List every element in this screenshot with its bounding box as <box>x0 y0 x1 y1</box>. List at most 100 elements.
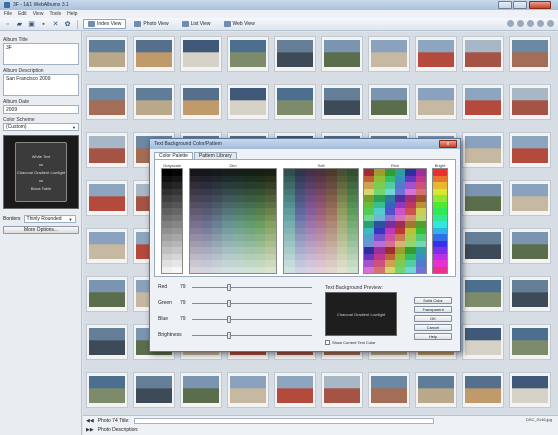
photo-thumbnail[interactable] <box>462 372 504 408</box>
photo-thumbnail[interactable] <box>86 36 128 72</box>
photo-thumbnail[interactable] <box>415 372 457 408</box>
red-slider-knob[interactable] <box>227 283 232 291</box>
photo-thumbnail[interactable] <box>509 84 551 120</box>
color-swatch[interactable] <box>364 266 375 273</box>
photo-thumbnail[interactable] <box>462 228 504 264</box>
photo-title-input[interactable] <box>133 417 434 424</box>
menu-tools[interactable]: Tools <box>49 11 61 17</box>
color-swatch[interactable] <box>222 266 233 273</box>
blue-slider[interactable] <box>192 315 312 323</box>
color-swatch[interactable] <box>233 266 244 273</box>
photo-thumbnail[interactable] <box>180 372 222 408</box>
menu-edit[interactable]: Edit <box>18 11 27 17</box>
photo-thumbnail[interactable] <box>415 84 457 120</box>
photo-thumbnail[interactable] <box>321 84 363 120</box>
photo-thumbnail[interactable] <box>509 228 551 264</box>
photo-thumbnail[interactable] <box>86 324 128 360</box>
zoom-in-icon[interactable] <box>527 20 534 27</box>
photo-thumbnail[interactable] <box>86 84 128 120</box>
photo-thumbnail[interactable] <box>368 36 410 72</box>
photo-thumbnail[interactable] <box>86 132 128 168</box>
photo-thumbnail[interactable] <box>509 372 551 408</box>
photo-thumbnail[interactable] <box>509 324 551 360</box>
upload-icon[interactable] <box>517 20 524 27</box>
photo-thumbnail[interactable] <box>227 36 269 72</box>
list-view-tab[interactable]: List View <box>177 19 216 29</box>
menu-help[interactable]: Help <box>67 11 77 17</box>
delete-icon[interactable]: ✕ <box>51 20 60 29</box>
color-swatch[interactable] <box>284 266 295 273</box>
photo-thumbnail[interactable] <box>86 276 128 312</box>
web-view-tab[interactable]: Web View <box>219 19 260 29</box>
color-swatch[interactable] <box>347 266 358 273</box>
zoom-out-icon[interactable] <box>537 20 544 27</box>
color-swatch[interactable] <box>315 266 327 273</box>
color-swatch[interactable] <box>305 266 316 273</box>
transparent-button[interactable]: Transparent <box>414 306 452 313</box>
photo-thumbnail[interactable] <box>227 84 269 120</box>
photo-thumbnail[interactable] <box>462 132 504 168</box>
show-current-text-color[interactable]: Show Current Text Color <box>325 340 376 345</box>
show-current-checkbox[interactable] <box>325 340 330 345</box>
photo-thumbnail[interactable] <box>133 372 175 408</box>
new-icon[interactable]: ▫ <box>3 20 12 29</box>
settings-icon[interactable]: ✿ <box>63 20 72 29</box>
color-swatch[interactable] <box>294 266 306 273</box>
album-description-field[interactable]: San Francisco 2009 <box>3 74 79 96</box>
dialog-close-button[interactable]: x <box>439 140 457 148</box>
photo-thumbnail[interactable] <box>462 36 504 72</box>
menu-file[interactable]: File <box>4 11 12 17</box>
photo-thumbnail[interactable] <box>274 36 316 72</box>
solid-color-button[interactable]: Solid Color <box>414 297 452 304</box>
color-swatch[interactable] <box>433 266 447 273</box>
photo-thumbnail[interactable] <box>321 36 363 72</box>
borders-select[interactable]: Thinly Rounded ▼ <box>23 215 76 223</box>
color-swatch[interactable] <box>374 266 385 273</box>
color-swatch[interactable] <box>243 266 255 273</box>
photo-thumbnail[interactable] <box>368 84 410 120</box>
photo-thumbnail[interactable] <box>133 84 175 120</box>
help-button[interactable]: Help <box>414 333 452 340</box>
photo-thumbnail[interactable] <box>509 36 551 72</box>
color-swatch[interactable] <box>162 266 172 273</box>
photo-thumbnail[interactable] <box>321 372 363 408</box>
more-options-button[interactable]: More Options... <box>3 226 79 234</box>
photo-thumbnail[interactable] <box>86 228 128 264</box>
color-swatch[interactable] <box>405 266 416 273</box>
photo-thumbnail[interactable] <box>274 372 316 408</box>
add-photos-icon[interactable]: ▣ <box>27 20 36 29</box>
photo-thumbnail[interactable] <box>462 324 504 360</box>
blue-slider-knob[interactable] <box>227 315 232 323</box>
color-swatch[interactable] <box>394 266 406 273</box>
red-slider[interactable] <box>192 283 312 291</box>
photo-thumbnail[interactable] <box>415 36 457 72</box>
color-swatch[interactable] <box>265 266 276 273</box>
grid-size-icon[interactable] <box>547 20 554 27</box>
next-photo-icon[interactable]: ▶▶ <box>86 427 94 433</box>
color-swatch[interactable] <box>384 266 395 273</box>
tab-color-palette[interactable]: Color Palette <box>154 152 193 159</box>
index-view-tab[interactable]: Index View <box>83 19 127 29</box>
photo-thumbnail[interactable] <box>86 180 128 216</box>
publish-icon[interactable] <box>507 20 514 27</box>
photo-thumbnail[interactable] <box>509 180 551 216</box>
color-swatch[interactable] <box>200 266 212 273</box>
ok-button[interactable]: OK <box>414 315 452 322</box>
close-button[interactable] <box>529 1 551 9</box>
brightness-slider[interactable] <box>192 331 312 339</box>
photo-thumbnail[interactable] <box>509 132 551 168</box>
color-swatch[interactable] <box>336 266 348 273</box>
color-swatch[interactable] <box>415 266 426 273</box>
cancel-button[interactable]: Cancel <box>414 324 452 331</box>
photo-thumbnail[interactable] <box>86 372 128 408</box>
album-title-field[interactable]: 3F <box>3 43 79 65</box>
photo-thumbnail[interactable] <box>180 36 222 72</box>
color-swatch[interactable] <box>211 266 223 273</box>
photo-view-tab[interactable]: Photo View <box>129 19 173 29</box>
color-scheme-preview[interactable]: White Text on Charcoal Gradient Lowlight… <box>3 135 79 209</box>
color-swatch[interactable] <box>254 266 266 273</box>
photo-thumbnail[interactable] <box>509 276 551 312</box>
tab-pattern-library[interactable]: Pattern Library <box>193 152 237 159</box>
color-swatch[interactable] <box>172 266 182 273</box>
menu-view[interactable]: View <box>33 11 44 17</box>
